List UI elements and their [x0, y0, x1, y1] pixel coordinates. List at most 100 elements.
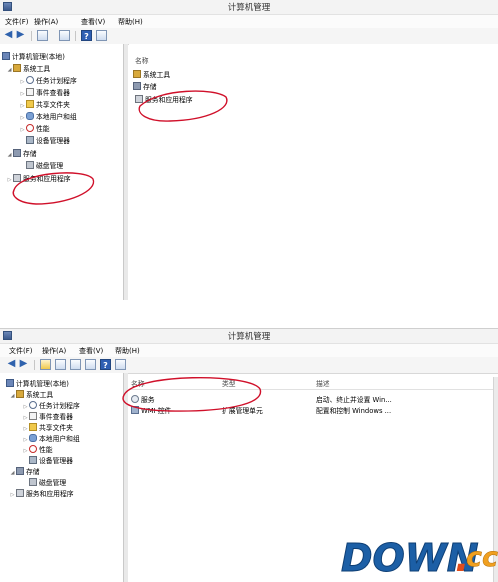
show-tree-icon[interactable] — [55, 359, 66, 370]
expand-arrow-icon[interactable]: ▷ — [19, 113, 26, 124]
table-cell-name: WMI 控件 — [131, 406, 171, 417]
tree-node-label: 性能 — [39, 446, 53, 454]
show-tree-icon[interactable] — [37, 30, 48, 41]
pane-splitter[interactable] — [124, 44, 128, 300]
tree-node-label: 设备管理器 — [39, 457, 73, 465]
services-icon — [13, 174, 21, 182]
expand-arrow-icon[interactable]: ▷ — [19, 89, 26, 100]
disk-icon — [26, 161, 34, 169]
collapse-arrow-icon[interactable]: ◢ — [9, 391, 16, 402]
tree-node-disk-management[interactable]: 磁盘管理 — [22, 478, 66, 489]
list-item-system-tools[interactable]: 系统工具 — [133, 70, 498, 81]
folder-up-icon[interactable] — [40, 359, 51, 370]
expand-arrow-icon[interactable]: ▷ — [9, 490, 16, 501]
expand-arrow-icon[interactable]: ▷ — [19, 101, 26, 112]
menu-action[interactable]: 操作(A) — [42, 346, 66, 356]
refresh-icon[interactable] — [70, 359, 81, 370]
tree-node-services-apps[interactable]: ▷ 服务和应用程序 — [9, 489, 74, 500]
expand-arrow-icon[interactable]: ▷ — [6, 175, 13, 186]
down-cc-watermark-logo: DOWN . cc — [341, 536, 498, 581]
title-bar: 计算机管理 — [0, 329, 498, 344]
export-list-icon[interactable] — [59, 30, 70, 41]
tree-node-shared-folders[interactable]: ▷ 共享文件夹 — [19, 100, 70, 111]
action-pane-icon[interactable] — [96, 30, 107, 41]
expand-arrow-icon[interactable]: ▷ — [19, 125, 26, 136]
tree-node-label: 计算机管理(本地) — [12, 53, 65, 61]
list-item-label: 服务和应用程序 — [145, 96, 193, 104]
navigation-tree: 计算机管理(本地) ◢ 系统工具 ▷ 任务计划程序 ▷ 事件查看器 ▷ 共享文件夹 ▷ 本… — [0, 373, 124, 582]
back-arrow-icon[interactable]: ◀ — [3, 30, 14, 41]
tree-node-event-viewer[interactable]: ▷ 事件查看器 — [19, 88, 70, 99]
list-item-storage[interactable]: 存储 — [133, 82, 498, 93]
tree-node-label: 本地用户和组 — [39, 435, 80, 443]
column-name-header[interactable]: 名称 — [131, 378, 145, 388]
table-row-wmi[interactable]: WMI 控件 扩展管理单元 配置和控制 Windows ... — [129, 406, 498, 417]
tree-node-label: 本地用户和组 — [36, 113, 77, 121]
tree-node-label: 性能 — [36, 125, 50, 133]
content-list: 名称 系统工具 存储 服务和应用程序 — [129, 44, 498, 300]
tree-node-label: 系统工具 — [23, 65, 51, 73]
list-item-services-apps[interactable]: 服务和应用程序 — [135, 95, 498, 106]
tree-node-performance[interactable]: ▷ 性能 — [19, 124, 50, 135]
back-arrow-icon[interactable]: ◀ — [6, 359, 17, 370]
column-description-header[interactable]: 描述 — [316, 378, 330, 388]
collapse-arrow-icon[interactable]: ◢ — [9, 468, 16, 479]
tree-node-label: 事件查看器 — [36, 89, 70, 97]
menu-bar: 文件(F) 操作(A) 查看(V) 帮助(H) — [0, 344, 498, 357]
tree-node-label: 磁盘管理 — [36, 162, 64, 170]
menu-file[interactable]: 文件(F) — [9, 346, 33, 356]
tree-node-task-scheduler[interactable]: ▷ 任务计划程序 — [19, 76, 77, 87]
forward-arrow-icon[interactable]: ▶ — [18, 359, 29, 370]
tree-node-system-tools[interactable]: ◢ 系统工具 — [9, 390, 53, 401]
pane-splitter[interactable] — [124, 373, 128, 582]
tree-node-event-viewer[interactable]: ▷ 事件查看器 — [22, 412, 73, 423]
list-header: 名称 — [129, 44, 498, 65]
tree-node-local-users[interactable]: ▷ 本地用户和组 — [19, 112, 77, 123]
table-header: 名称 类型 描述 — [129, 377, 498, 390]
menu-help[interactable]: 帮助(H) — [118, 17, 143, 27]
toolbar-separator — [75, 31, 76, 41]
collapse-arrow-icon[interactable]: ◢ — [6, 150, 13, 161]
menu-view[interactable]: 查看(V) — [81, 17, 105, 27]
collapse-arrow-icon[interactable]: ◢ — [6, 65, 13, 76]
tree-node-computer-management[interactable]: 计算机管理(本地) — [2, 52, 65, 63]
tree-node-storage[interactable]: ◢ 存储 — [6, 149, 37, 160]
expand-arrow-icon[interactable]: ▷ — [19, 77, 26, 88]
menu-action[interactable]: 操作(A) — [34, 17, 58, 27]
tools-icon — [16, 390, 24, 398]
tree-node-label: 服务和应用程序 — [26, 490, 74, 498]
tree-node-device-manager[interactable]: 设备管理器 — [19, 136, 70, 147]
menu-bar: 文件(F) 操作(A) 查看(V) 帮助(H) — [0, 15, 498, 28]
toolbar: ◀ ▶ ? — [0, 357, 498, 374]
tree-node-performance[interactable]: ▷ 性能 — [22, 445, 53, 456]
help-icon[interactable]: ? — [81, 30, 92, 41]
action-pane-icon[interactable] — [115, 359, 126, 370]
export-list-icon[interactable] — [85, 359, 96, 370]
tree-node-system-tools[interactable]: ◢ 系统工具 — [6, 64, 50, 75]
menu-view[interactable]: 查看(V) — [79, 346, 103, 356]
clock-icon — [26, 76, 34, 84]
column-type-header[interactable]: 类型 — [222, 378, 236, 388]
tree-node-label: 设备管理器 — [36, 137, 70, 145]
tree-node-local-users[interactable]: ▷ 本地用户和组 — [22, 434, 80, 445]
tree-node-device-manager[interactable]: 设备管理器 — [22, 456, 73, 467]
tree-node-task-scheduler[interactable]: ▷ 任务计划程序 — [22, 401, 80, 412]
tree-node-storage[interactable]: ◢ 存储 — [9, 467, 40, 478]
title-bar: 计算机管理 — [0, 0, 498, 15]
tree-node-computer-management[interactable]: 计算机管理(本地) — [6, 379, 69, 390]
menu-help[interactable]: 帮助(H) — [115, 346, 140, 356]
tree-node-label: 事件查看器 — [39, 413, 73, 421]
window-title: 计算机管理 — [227, 3, 271, 13]
list-item-label: 存储 — [143, 83, 157, 91]
table-row-services[interactable]: 服务 启动、终止并设置 Win... — [129, 395, 498, 406]
column-name-header[interactable]: 名称 — [135, 55, 149, 65]
menu-file[interactable]: 文件(F) — [5, 17, 29, 27]
storage-icon — [13, 149, 21, 157]
forward-arrow-icon[interactable]: ▶ — [15, 30, 26, 41]
services-icon — [135, 95, 143, 103]
help-icon[interactable]: ? — [100, 359, 111, 370]
tree-node-shared-folders[interactable]: ▷ 共享文件夹 — [22, 423, 73, 434]
disk-icon — [29, 478, 37, 486]
tree-node-services-apps[interactable]: ▷ 服务和应用程序 — [6, 174, 71, 185]
tree-node-disk-management[interactable]: 磁盘管理 — [19, 161, 63, 172]
